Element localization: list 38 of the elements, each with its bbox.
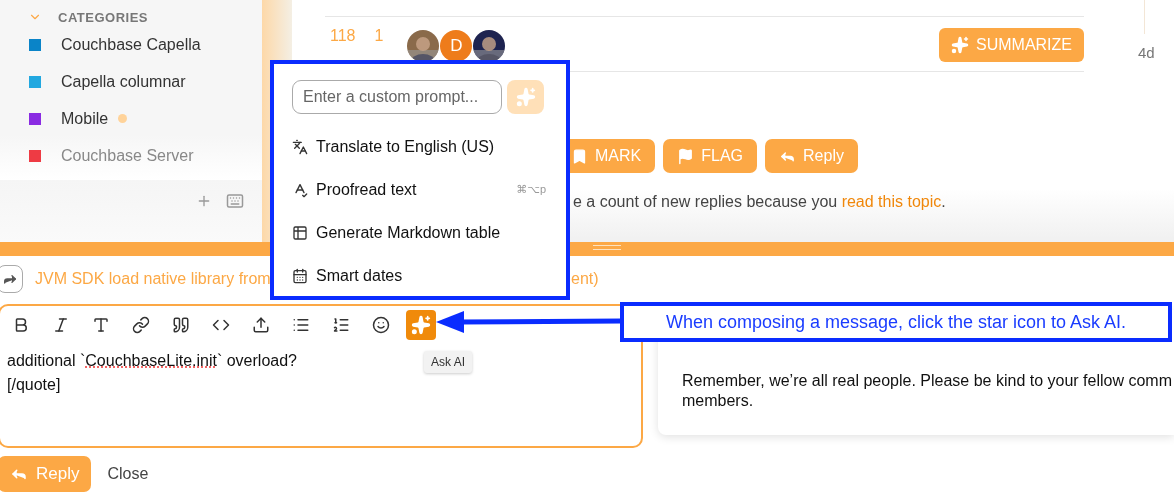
preview-text: Remember, we’re all real people. Please be kind to your fellow comm (682, 371, 1173, 391)
flag-icon (677, 147, 695, 165)
section-title: CATEGORIES (58, 9, 148, 25)
keyboard-icon[interactable] (226, 192, 244, 210)
ask-ai-tooltip: Ask AI (424, 351, 472, 373)
editor-text-line: additional `CouchbaseLite.init` overload? (7, 351, 297, 371)
bookmark-icon (571, 147, 588, 165)
reply-to-title[interactable]: ent) (571, 270, 599, 288)
flag-button[interactable]: FLAG (663, 139, 758, 173)
close-link[interactable]: Close (107, 465, 149, 483)
ai-menu-item[interactable]: Smart dates (292, 266, 403, 285)
post-age: 4d (1138, 44, 1155, 61)
reply-button[interactable]: Reply (0, 456, 92, 492)
sparkle-icon (951, 36, 969, 54)
sparkle-icon (515, 87, 536, 107)
user-avatar[interactable]: D (440, 30, 473, 62)
calendar-icon (292, 267, 308, 284)
table-icon (292, 224, 308, 241)
category-link[interactable]: Capella columnar (61, 72, 186, 91)
category-link[interactable]: Mobile (61, 109, 109, 128)
ai-menu-item[interactable]: Generate Markdown table (292, 223, 501, 242)
editor-text-line: [/quote] (7, 375, 61, 395)
stat-count: 1 (374, 27, 384, 45)
spell-check-icon (292, 181, 308, 198)
category-link[interactable]: Couchbase Capella (61, 35, 201, 54)
reply-button[interactable]: Reply (765, 139, 858, 173)
stat-count: 118 (330, 27, 356, 45)
notice-text: e a count of new replies because you read this topic. (573, 193, 947, 211)
callout-text: When composing a message, click the star icon to Ask AI. (665, 311, 1127, 333)
preview-text: members. (682, 391, 755, 411)
ai-menu-item[interactable]: Proofread text (292, 180, 417, 199)
read-topic-link[interactable]: read this topic (841, 193, 942, 210)
shortcut-hint: ⌘⌥p (516, 183, 546, 196)
translate-icon (292, 138, 308, 155)
category-link[interactable]: Couchbase Server (61, 146, 194, 165)
ai-menu-item[interactable]: Translate to English (US) (292, 137, 495, 156)
summarize-button[interactable]: SUMMARIZE (939, 28, 1084, 62)
custom-prompt-field[interactable]: Enter a custom prompt... (292, 80, 502, 114)
